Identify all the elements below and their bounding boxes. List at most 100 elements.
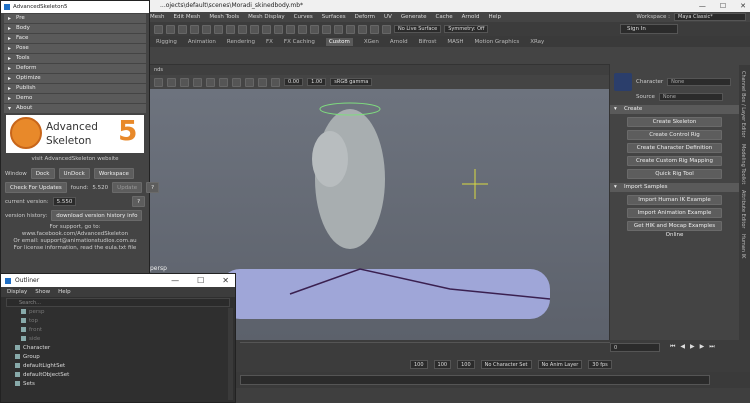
- menu-arnold[interactable]: Arnold: [462, 14, 480, 20]
- section-tools[interactable]: Tools: [4, 54, 146, 63]
- update-button[interactable]: Update: [112, 182, 143, 193]
- tab-attribute-editor[interactable]: Attribute Editor: [740, 190, 746, 228]
- viewport-tool-icon[interactable]: [206, 77, 215, 87]
- symmetry-field[interactable]: Symmetry: Off: [444, 25, 489, 33]
- tab-fx[interactable]: FX: [266, 39, 273, 45]
- status-icon[interactable]: [286, 24, 295, 34]
- range-mid-field[interactable]: 100: [433, 359, 452, 369]
- source-dropdown[interactable]: None: [658, 93, 723, 101]
- anim-layer-dropdown[interactable]: No Anim Layer: [537, 359, 583, 369]
- menu-deform[interactable]: Deform: [355, 14, 375, 20]
- viewport-tool-icon[interactable]: [271, 77, 280, 87]
- menu-mesh[interactable]: Mesh: [150, 14, 164, 20]
- menu-curves[interactable]: Curves: [294, 14, 313, 20]
- section-deform[interactable]: Deform: [4, 64, 146, 73]
- menu-help[interactable]: Help: [488, 14, 501, 20]
- section-demo[interactable]: Demo: [4, 94, 146, 103]
- import-samples-header[interactable]: Import Samples: [610, 183, 739, 192]
- step-forward-icon[interactable]: ▶: [700, 343, 705, 351]
- close-button[interactable]: ✕: [740, 0, 746, 12]
- menu-surfaces[interactable]: Surfaces: [322, 14, 346, 20]
- sign-in-button[interactable]: Sign In: [620, 24, 678, 34]
- viewport-tool-icon[interactable]: [245, 77, 254, 87]
- menu-mesh-display[interactable]: Mesh Display: [248, 14, 285, 20]
- menu-uv[interactable]: UV: [384, 14, 392, 20]
- step-back-icon[interactable]: ◀: [680, 343, 685, 351]
- outliner-close-button[interactable]: ✕: [222, 274, 229, 287]
- section-about[interactable]: About: [4, 104, 146, 113]
- outliner-menu-help[interactable]: Help: [58, 287, 71, 297]
- viewport-menu-label[interactable]: nds: [154, 67, 163, 73]
- support-line[interactable]: Or email: support@animationstudios.com.a…: [5, 238, 145, 245]
- fps-dropdown[interactable]: 30 fps: [588, 359, 612, 369]
- get-examples-online-button[interactable]: Get HIK and Mocap Examples Online: [627, 221, 722, 238]
- help-button[interactable]: ?: [132, 196, 145, 207]
- menu-generate[interactable]: Generate: [401, 14, 427, 20]
- create-custom-rig-mapping-button[interactable]: Create Custom Rig Mapping: [627, 156, 722, 166]
- tab-channel-box[interactable]: Channel Box / Layer Editor: [740, 71, 746, 138]
- workspace-button[interactable]: Workspace: [93, 168, 134, 179]
- viewport-tool-icon[interactable]: [193, 77, 202, 87]
- status-icon[interactable]: [166, 24, 175, 34]
- import-human-ik-button[interactable]: Import Human IK Example: [627, 195, 722, 205]
- outliner-item[interactable]: defaultLightSet: [1, 362, 235, 371]
- menu-cache[interactable]: Cache: [436, 14, 453, 20]
- outliner-item[interactable]: side: [1, 335, 235, 344]
- play-icon[interactable]: ▶: [690, 343, 695, 351]
- status-icon[interactable]: [274, 24, 283, 34]
- exposure-field[interactable]: 0.00: [284, 78, 304, 86]
- status-icon[interactable]: [334, 24, 343, 34]
- section-face[interactable]: Face: [4, 34, 146, 43]
- status-icon[interactable]: [250, 24, 259, 34]
- command-input[interactable]: [240, 375, 710, 385]
- workspace-dropdown[interactable]: Maya Classic*: [674, 13, 746, 21]
- go-to-end-icon[interactable]: ⏭: [709, 343, 714, 351]
- quick-rig-tool-button[interactable]: Quick Rig Tool: [627, 169, 722, 179]
- outliner-scrollbar[interactable]: [228, 308, 233, 400]
- outliner-item[interactable]: Group: [1, 353, 235, 362]
- menu-mesh-tools[interactable]: Mesh Tools: [209, 14, 239, 20]
- create-skeleton-button[interactable]: Create Skeleton: [627, 117, 722, 127]
- status-icon[interactable]: [382, 24, 391, 34]
- tab-rendering[interactable]: Rendering: [227, 39, 255, 45]
- current-frame-field[interactable]: 0: [610, 343, 660, 352]
- section-publish[interactable]: Publish: [4, 84, 146, 93]
- undock-button[interactable]: UnDock: [58, 168, 90, 179]
- outliner-item[interactable]: top: [1, 317, 235, 326]
- live-surface-field[interactable]: No Live Surface: [394, 25, 442, 33]
- tab-custom[interactable]: Custom: [325, 37, 353, 46]
- status-icon[interactable]: [202, 24, 211, 34]
- tab-xray[interactable]: XRay: [530, 39, 544, 45]
- outliner-minimize-button[interactable]: —: [171, 274, 179, 287]
- section-pre[interactable]: Pre: [4, 14, 146, 23]
- gamma-field[interactable]: 1.00: [307, 78, 327, 86]
- go-to-start-icon[interactable]: ⏮: [670, 343, 675, 351]
- tab-modeling-toolkit[interactable]: Modeling Toolkit: [740, 144, 746, 184]
- status-icon[interactable]: [178, 24, 187, 34]
- viewport-tool-icon[interactable]: [232, 77, 241, 87]
- outliner-item[interactable]: Character: [1, 344, 235, 353]
- maximize-button[interactable]: ☐: [720, 0, 726, 12]
- advanced-skeleton-title[interactable]: AdvancedSkeleton5: [1, 1, 149, 13]
- status-icon[interactable]: [310, 24, 319, 34]
- tab-bifrost[interactable]: Bifrost: [419, 39, 437, 45]
- status-icon[interactable]: [154, 24, 163, 34]
- outliner-search-input[interactable]: Search...: [6, 298, 230, 307]
- status-icon[interactable]: [298, 24, 307, 34]
- section-optimize[interactable]: Optimize: [4, 74, 146, 83]
- outliner-item[interactable]: front: [1, 326, 235, 335]
- check-updates-button[interactable]: Check For Updates: [5, 182, 67, 193]
- download-version-history-button[interactable]: download version history info: [51, 210, 143, 221]
- status-icon[interactable]: [370, 24, 379, 34]
- section-pose[interactable]: Pose: [4, 44, 146, 53]
- status-icon[interactable]: [226, 24, 235, 34]
- tab-rigging[interactable]: Rigging: [156, 39, 177, 45]
- tab-xgen[interactable]: XGen: [364, 39, 379, 45]
- support-line[interactable]: www.facebook.com/AdvancedSkeleton: [5, 231, 145, 238]
- help-button[interactable]: ?: [146, 182, 160, 193]
- viewport-tool-icon[interactable]: [167, 77, 176, 87]
- character-dropdown[interactable]: None: [667, 78, 732, 86]
- viewport-menu[interactable]: nds: [150, 65, 609, 75]
- tab-arnold[interactable]: Arnold: [390, 39, 408, 45]
- status-icon[interactable]: [322, 24, 331, 34]
